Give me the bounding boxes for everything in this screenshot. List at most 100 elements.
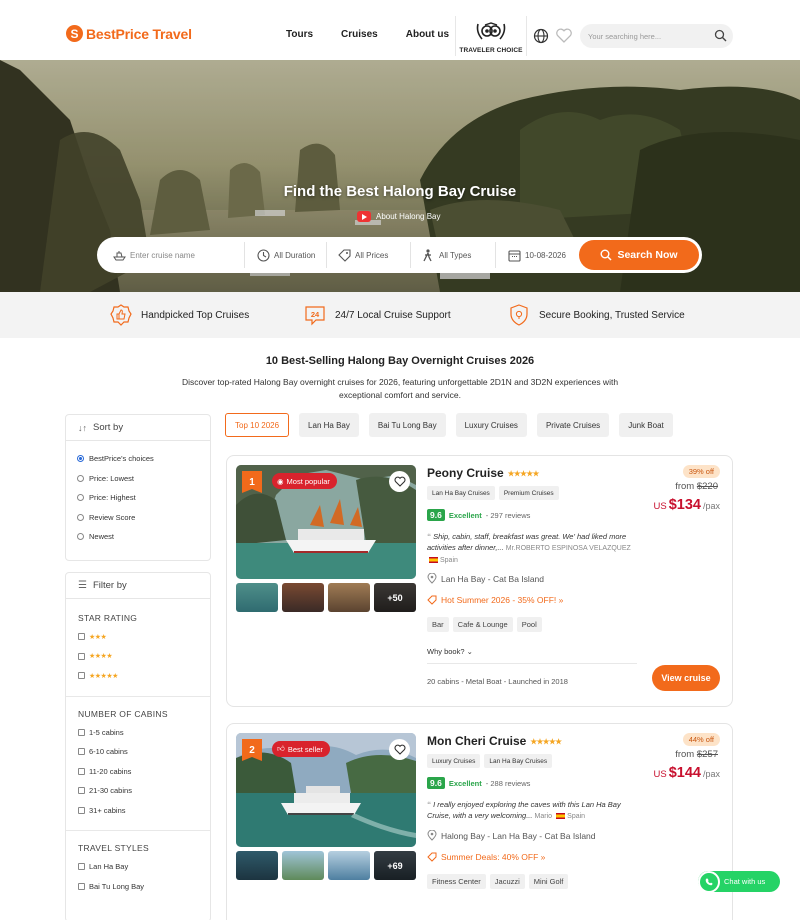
cabins-option[interactable]: 1-5 cabins — [78, 723, 210, 743]
sort-option-newest[interactable]: Newest — [77, 527, 210, 547]
thumbnail[interactable] — [236, 851, 278, 880]
wishlist-heart-icon[interactable] — [555, 27, 573, 44]
nav-about-us[interactable]: About us — [406, 29, 449, 40]
radio[interactable] — [77, 474, 84, 482]
tag[interactable]: Lan Ha Bay Cruises — [427, 486, 495, 500]
thumbnail[interactable] — [236, 583, 278, 612]
favorite-button[interactable] — [389, 471, 410, 492]
why-book-toggle[interactable]: Why book? ⌄ — [427, 647, 473, 656]
star-4-option[interactable]: ★★★★ — [78, 647, 210, 667]
deal-link[interactable]: Summer Deals: 40% OFF » — [427, 852, 545, 862]
score-badge: 9.6 — [427, 777, 445, 789]
checkbox[interactable] — [78, 748, 85, 756]
cruise-name[interactable]: Peony Cruise ★★★★★ — [427, 466, 539, 480]
view-cruise-button[interactable]: View cruise — [652, 665, 720, 691]
about-halong-link[interactable]: About Halong Bay — [357, 211, 441, 222]
style-option[interactable]: Lan Ha Bay — [78, 857, 210, 877]
globe-icon[interactable] — [533, 28, 549, 44]
travel-styles-title: TRAVEL STYLES — [78, 843, 149, 853]
thumbnail-more[interactable]: +69 — [374, 851, 416, 880]
checkbox[interactable] — [78, 672, 85, 680]
per-pax: /pax — [702, 501, 720, 511]
thumbnail[interactable] — [282, 583, 324, 612]
chip-bai-tu-long-bay[interactable]: Bai Tu Long Bay — [368, 413, 446, 437]
review-count: - 297 reviews — [485, 510, 531, 520]
checkbox[interactable] — [78, 652, 85, 660]
checkbox[interactable] — [78, 633, 85, 641]
review-count: - 288 reviews — [485, 778, 531, 788]
cabins-option[interactable]: 31+ cabins — [78, 801, 210, 821]
cruise-name-input[interactable] — [130, 250, 230, 260]
checkbox[interactable] — [78, 863, 85, 871]
price-select[interactable]: All Prices — [338, 237, 388, 273]
radio[interactable] — [77, 533, 84, 541]
tag[interactable]: Premium Cruises — [498, 486, 559, 500]
nav-cruises[interactable]: Cruises — [341, 29, 378, 40]
sort-option-review-score[interactable]: Review Score — [77, 508, 210, 528]
location-pin-icon — [427, 573, 437, 584]
date-picker[interactable]: 10-08-2026 — [508, 237, 566, 273]
search-icon[interactable] — [714, 29, 727, 42]
best-seller-badge: 👍︎ Best seller — [272, 741, 330, 757]
radio-selected[interactable] — [77, 455, 84, 463]
cruise-name[interactable]: Mon Cheri Cruise ★★★★★ — [427, 734, 562, 748]
chat-with-us-button[interactable]: Chat with us — [698, 870, 780, 893]
tag[interactable]: Luxury Cruises — [427, 754, 481, 768]
review-country: Spain — [440, 557, 458, 564]
thumbnail[interactable] — [328, 851, 370, 880]
radio[interactable] — [77, 513, 84, 521]
filter-icon: ☰ — [78, 580, 87, 591]
duration-select[interactable]: All Duration — [257, 237, 315, 273]
checkbox[interactable] — [78, 806, 85, 814]
review-score: 9.6 Excellent - 297 reviews — [427, 509, 530, 521]
star-5-option[interactable]: ★★★★★ — [78, 666, 210, 686]
thumbnail-more[interactable]: +50 — [374, 583, 416, 612]
cruise-tags: Lan Ha Bay Cruises Premium Cruises — [427, 486, 559, 500]
cabins-option[interactable]: 11-20 cabins — [78, 762, 210, 782]
sort-option-label: Newest — [89, 532, 115, 542]
popular-pin-icon: ◉ — [277, 476, 284, 486]
section-title: 10 Best-Selling Halong Bay Overnight Cru… — [265, 355, 535, 367]
checkbox[interactable] — [78, 767, 85, 775]
thumbs-up-badge-icon — [110, 304, 132, 326]
heart-icon — [393, 476, 406, 487]
type-select[interactable]: All Types — [422, 237, 471, 273]
chip-private-cruises[interactable]: Private Cruises — [536, 413, 610, 437]
filter-panel: ☰ Filter by STAR RATING ★★★ ★★★★ ★★★★★ N… — [65, 572, 211, 920]
clock-icon — [257, 248, 270, 262]
cruise-photo[interactable]: 1 ◉ Most popular — [236, 465, 416, 579]
thumbnail[interactable] — [328, 583, 370, 612]
sort-title: Sort by — [93, 422, 124, 433]
chip-junk-boat[interactable]: Junk Boat — [619, 413, 673, 437]
chip-lan-ha-bay[interactable]: Lan Ha Bay — [299, 413, 359, 437]
tag[interactable]: Lan Ha Bay Cruises — [484, 754, 553, 768]
cruise-photo[interactable]: 2 👍︎ Best seller — [236, 733, 416, 847]
star-3-option[interactable]: ★★★ — [78, 627, 210, 647]
favorite-button[interactable] — [389, 739, 410, 760]
search-now-button[interactable]: Search Now — [579, 240, 699, 270]
sort-option-choices[interactable]: BestPrice's choices — [77, 449, 210, 469]
cabins-option[interactable]: 21-30 cabins — [78, 781, 210, 801]
sort-option-price-lowest[interactable]: Price: Lowest — [77, 469, 210, 489]
checkbox[interactable] — [78, 728, 85, 736]
sort-option-price-highest[interactable]: Price: Highest — [77, 488, 210, 508]
feature-support-label: 24/7 Local Cruise Support — [335, 309, 451, 321]
cabins-option[interactable]: 6-10 cabins — [78, 742, 210, 762]
radio[interactable] — [77, 494, 84, 502]
logo-icon: S — [66, 25, 83, 42]
thumbnail[interactable] — [282, 851, 324, 880]
logo[interactable]: S BestPrice Travel — [66, 25, 192, 42]
checkbox[interactable] — [78, 882, 85, 890]
nav-tours[interactable]: Tours — [286, 29, 313, 40]
cabins-option-label: 21-30 cabins — [89, 786, 132, 796]
search-input[interactable] — [588, 29, 708, 43]
features-strip: Handpicked Top Cruises 24 24/7 Local Cru… — [0, 292, 800, 338]
star-rating-icon: ★★★★★ — [530, 736, 562, 746]
chip-top-10[interactable]: Top 10 2026 — [225, 413, 290, 437]
amenity: Fitness Center — [427, 874, 486, 889]
style-option[interactable]: Bai Tu Long Bay — [78, 877, 210, 897]
deal-link[interactable]: Hot Summer 2026 - 35% OFF! » — [427, 595, 563, 605]
search-now-label: Search Now — [617, 249, 678, 261]
checkbox[interactable] — [78, 787, 85, 795]
chip-luxury-cruises[interactable]: Luxury Cruises — [455, 413, 527, 437]
